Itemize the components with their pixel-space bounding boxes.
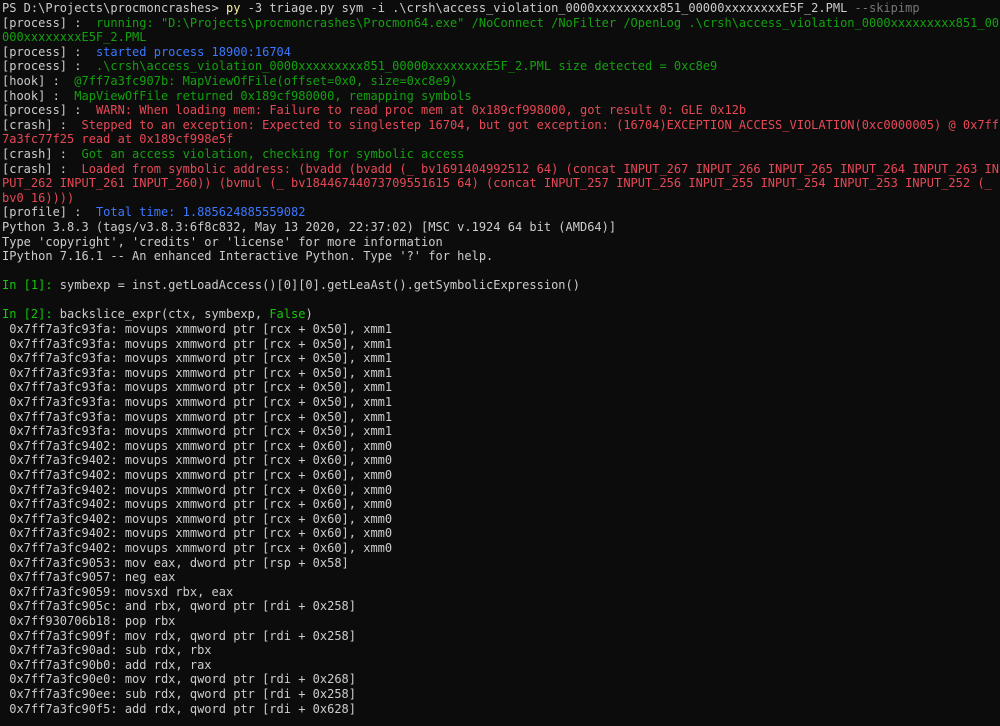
log-separator: : — [67, 103, 96, 118]
log-line: [process] : .\crsh\access_violation_0000… — [2, 59, 1000, 74]
instruction-line: 0x7ff7a3fc9059: movsxd rbx, eax — [2, 584, 234, 599]
ps-prompt: PS D:\Projects\procmoncrashes> — [2, 1, 226, 15]
instruction-line: 0x7ff7a3fc90e0: mov rdx, qword ptr [rdi … — [2, 672, 357, 687]
command-args: -3 triage.py sym -i .\crsh\access_violat… — [240, 1, 855, 15]
instruction-line: 0x7ff7a3fc90ad: sub rdx, rbx — [2, 643, 212, 658]
instruction-line: 0x7ff7a3fc9053: mov eax, dword ptr [rsp … — [2, 555, 349, 570]
instruction-line: 0x7ff7a3fc9402: movups xmmword ptr [rcx … — [2, 511, 393, 526]
log-message: started process 18900:16704 — [95, 44, 292, 59]
ps-command-line: PS D:\Projects\procmoncrashes> py -3 tri… — [2, 1, 1000, 16]
command-flag: --skipimp — [854, 1, 920, 15]
instruction-line: 0x7ff7a3fc9402: movups xmmword ptr [rcx … — [2, 453, 393, 468]
log-output: [process] : running: "D:\Projects\procmo… — [2, 16, 1000, 220]
instruction-line: 0x7ff7a3fc93fa: movups xmmword ptr [rcx … — [2, 424, 393, 439]
instruction-line: 0x7ff7a3fc9402: movups xmmword ptr [rcx … — [2, 526, 393, 541]
instruction-line: 0x7ff7a3fc93fa: movups xmmword ptr [rcx … — [2, 322, 393, 337]
log-tag: [profile] — [2, 205, 68, 220]
terminal-window[interactable]: PS D:\Projects\procmoncrashes> py -3 tri… — [0, 0, 1000, 726]
log-tag: [crash] — [2, 146, 53, 161]
log-separator: : — [45, 88, 75, 103]
log-line: [crash] : Got an access violation, check… — [2, 147, 1000, 162]
log-separator: : — [67, 59, 96, 74]
backslice-output: 0x7ff7a3fc93fa: movups xmmword ptr [rcx … — [2, 322, 1000, 716]
log-separator: : — [52, 117, 82, 132]
log-separator: : — [67, 44, 96, 59]
python-banner: Python 3.8.3 (tags/v3.8.3:6f8c832, May 1… — [2, 220, 1000, 264]
input-prompt-2: In [2]: — [2, 307, 60, 322]
instruction-line: 0x7ff7a3fc93fa: movups xmmword ptr [rcx … — [2, 380, 393, 395]
banner-line: IPython 7.16.1 -- An enhanced Interactiv… — [2, 249, 494, 264]
log-line: [hook] : MapViewOfFile returned 0x189cf9… — [2, 89, 1000, 104]
input-code-2b: ) — [305, 307, 313, 322]
instruction-line: 0x7ff7a3fc93fa: movups xmmword ptr [rcx … — [2, 351, 393, 366]
ipython-input-2: In [2]: backslice_expr(ctx, symbexp, Fal… — [2, 307, 1000, 322]
log-message: Stepped to an exception: Expected to sin… — [2, 117, 1000, 147]
log-message: .\crsh\access_violation_0000xxxxxxxxx851… — [95, 59, 718, 74]
instruction-line: 0x7ff7a3fc93fa: movups xmmword ptr [rcx … — [2, 409, 393, 424]
instruction-line: 0x7ff7a3fc9402: movups xmmword ptr [rcx … — [2, 438, 393, 453]
input-code-1: symbexp = inst.getLoadAccess()[0][0].get… — [59, 278, 580, 293]
instruction-line: 0x7ff7a3fc90ee: sub rdx, qword ptr [rdi … — [2, 686, 357, 701]
banner-line: Python 3.8.3 (tags/v3.8.3:6f8c832, May 1… — [2, 219, 617, 234]
log-tag: [crash] — [2, 161, 53, 176]
log-message: Loaded from symbolic address: (bvadd (bv… — [2, 161, 1000, 205]
instruction-line: 0x7ff7a3fc90f5: add rdx, qword ptr [rdi … — [2, 701, 357, 716]
log-line: [profile] : Total time: 1.88562488555908… — [2, 205, 1000, 220]
instruction-line: 0x7ff7a3fc93fa: movups xmmword ptr [rcx … — [2, 395, 393, 410]
log-tag: [hook] — [2, 88, 46, 103]
log-separator: : — [52, 146, 82, 161]
instruction-line: 0x7ff7a3fc90b0: add rdx, rax — [2, 657, 212, 672]
instruction-line: 0x7ff7a3fc9402: movups xmmword ptr [rcx … — [2, 497, 393, 512]
log-separator: : — [45, 73, 75, 88]
instruction-line: 0x7ff7a3fc9057: neg eax — [2, 570, 176, 585]
instruction-line: 0x7ff7a3fc93fa: movups xmmword ptr [rcx … — [2, 365, 393, 380]
log-line: [crash] : Loaded from symbolic address: … — [2, 162, 1000, 206]
log-message: running: "D:\Projects\procmoncrashes\Pro… — [2, 15, 1000, 45]
log-tag: [process] — [2, 15, 68, 30]
log-tag: [process] — [2, 44, 68, 59]
instruction-line: 0x7ff7a3fc9402: movups xmmword ptr [rcx … — [2, 468, 393, 482]
instruction-line: 0x7ff7a3fc9402: movups xmmword ptr [rcx … — [2, 482, 393, 497]
log-tag: [crash] — [2, 117, 53, 132]
instruction-line: 0x7ff7a3fc909f: mov rdx, qword ptr [rdi … — [2, 628, 357, 643]
log-tag: [process] — [2, 59, 68, 74]
log-tag: [hook] — [2, 73, 46, 88]
instruction-line: 0x7ff7a3fc9402: movups xmmword ptr [rcx … — [2, 540, 393, 555]
instruction-line: 0x7ff930706b18: pop rbx — [2, 613, 176, 628]
log-message: WARN: When loading mem: Failure to read … — [95, 103, 747, 118]
instruction-line: 0x7ff7a3fc905c: and rbx, qword ptr [rdi … — [2, 599, 357, 614]
banner-line: Type 'copyright', 'credits' or 'license'… — [2, 234, 443, 249]
command-py: py — [225, 1, 241, 15]
log-separator: : — [67, 205, 96, 220]
log-line: [process] : started process 18900:16704 — [2, 45, 1000, 60]
ipython-input-1: In [1]: symbexp = inst.getLoadAccess()[0… — [2, 278, 1000, 293]
log-message: @7ff7a3fc907b: MapViewOfFile(offset=0x0,… — [74, 73, 458, 88]
log-message: Total time: 1.885624885559082 — [95, 205, 306, 220]
log-message: Got an access violation, checking for sy… — [81, 146, 465, 161]
log-message: MapViewOfFile returned 0x189cf980000, re… — [74, 88, 472, 103]
log-tag: [process] — [2, 103, 68, 118]
log-line: [crash] : Stepped to an exception: Expec… — [2, 118, 1000, 147]
log-separator: : — [67, 15, 96, 30]
input-code-false: False — [269, 307, 306, 322]
log-line: [process] : running: "D:\Projects\procmo… — [2, 16, 1000, 45]
log-line: [hook] : @7ff7a3fc907b: MapViewOfFile(of… — [2, 74, 1000, 89]
instruction-line: 0x7ff7a3fc93fa: movups xmmword ptr [rcx … — [2, 336, 393, 351]
input-code-2a: backslice_expr(ctx, symbexp, — [59, 307, 270, 322]
log-line: [process] : WARN: When loading mem: Fail… — [2, 103, 1000, 118]
log-separator: : — [52, 161, 82, 176]
input-prompt-1: In [1]: — [2, 278, 60, 293]
